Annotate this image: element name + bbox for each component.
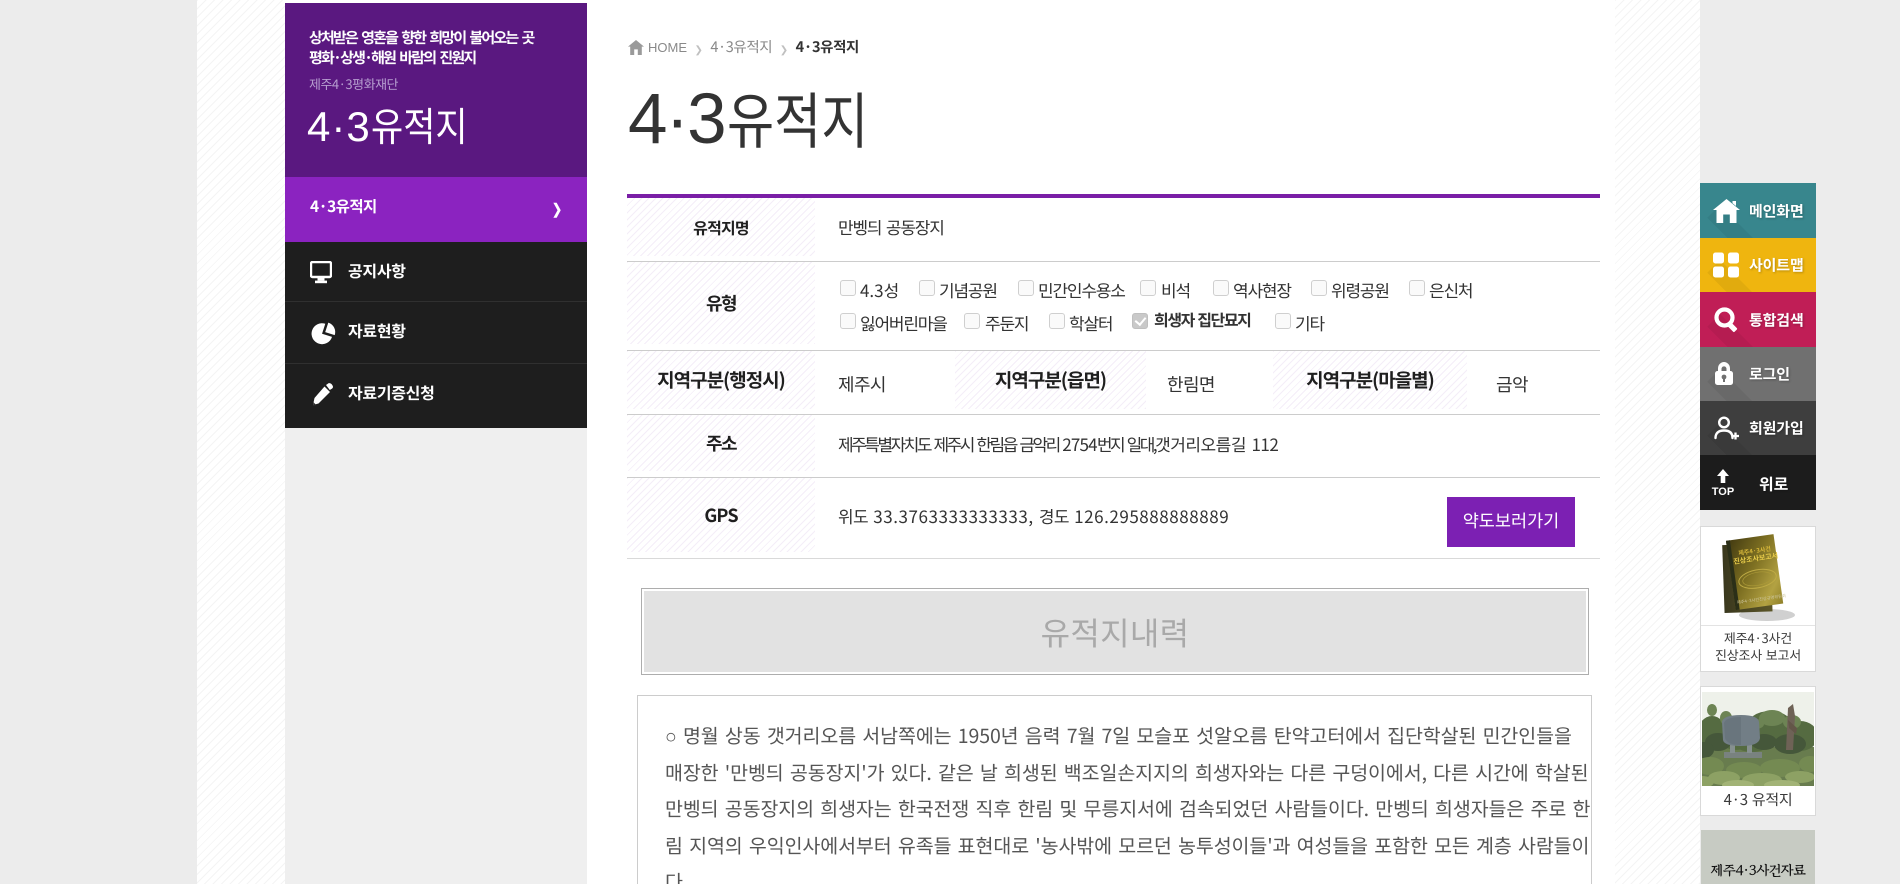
- svg-text:TOP: TOP: [1712, 486, 1734, 497]
